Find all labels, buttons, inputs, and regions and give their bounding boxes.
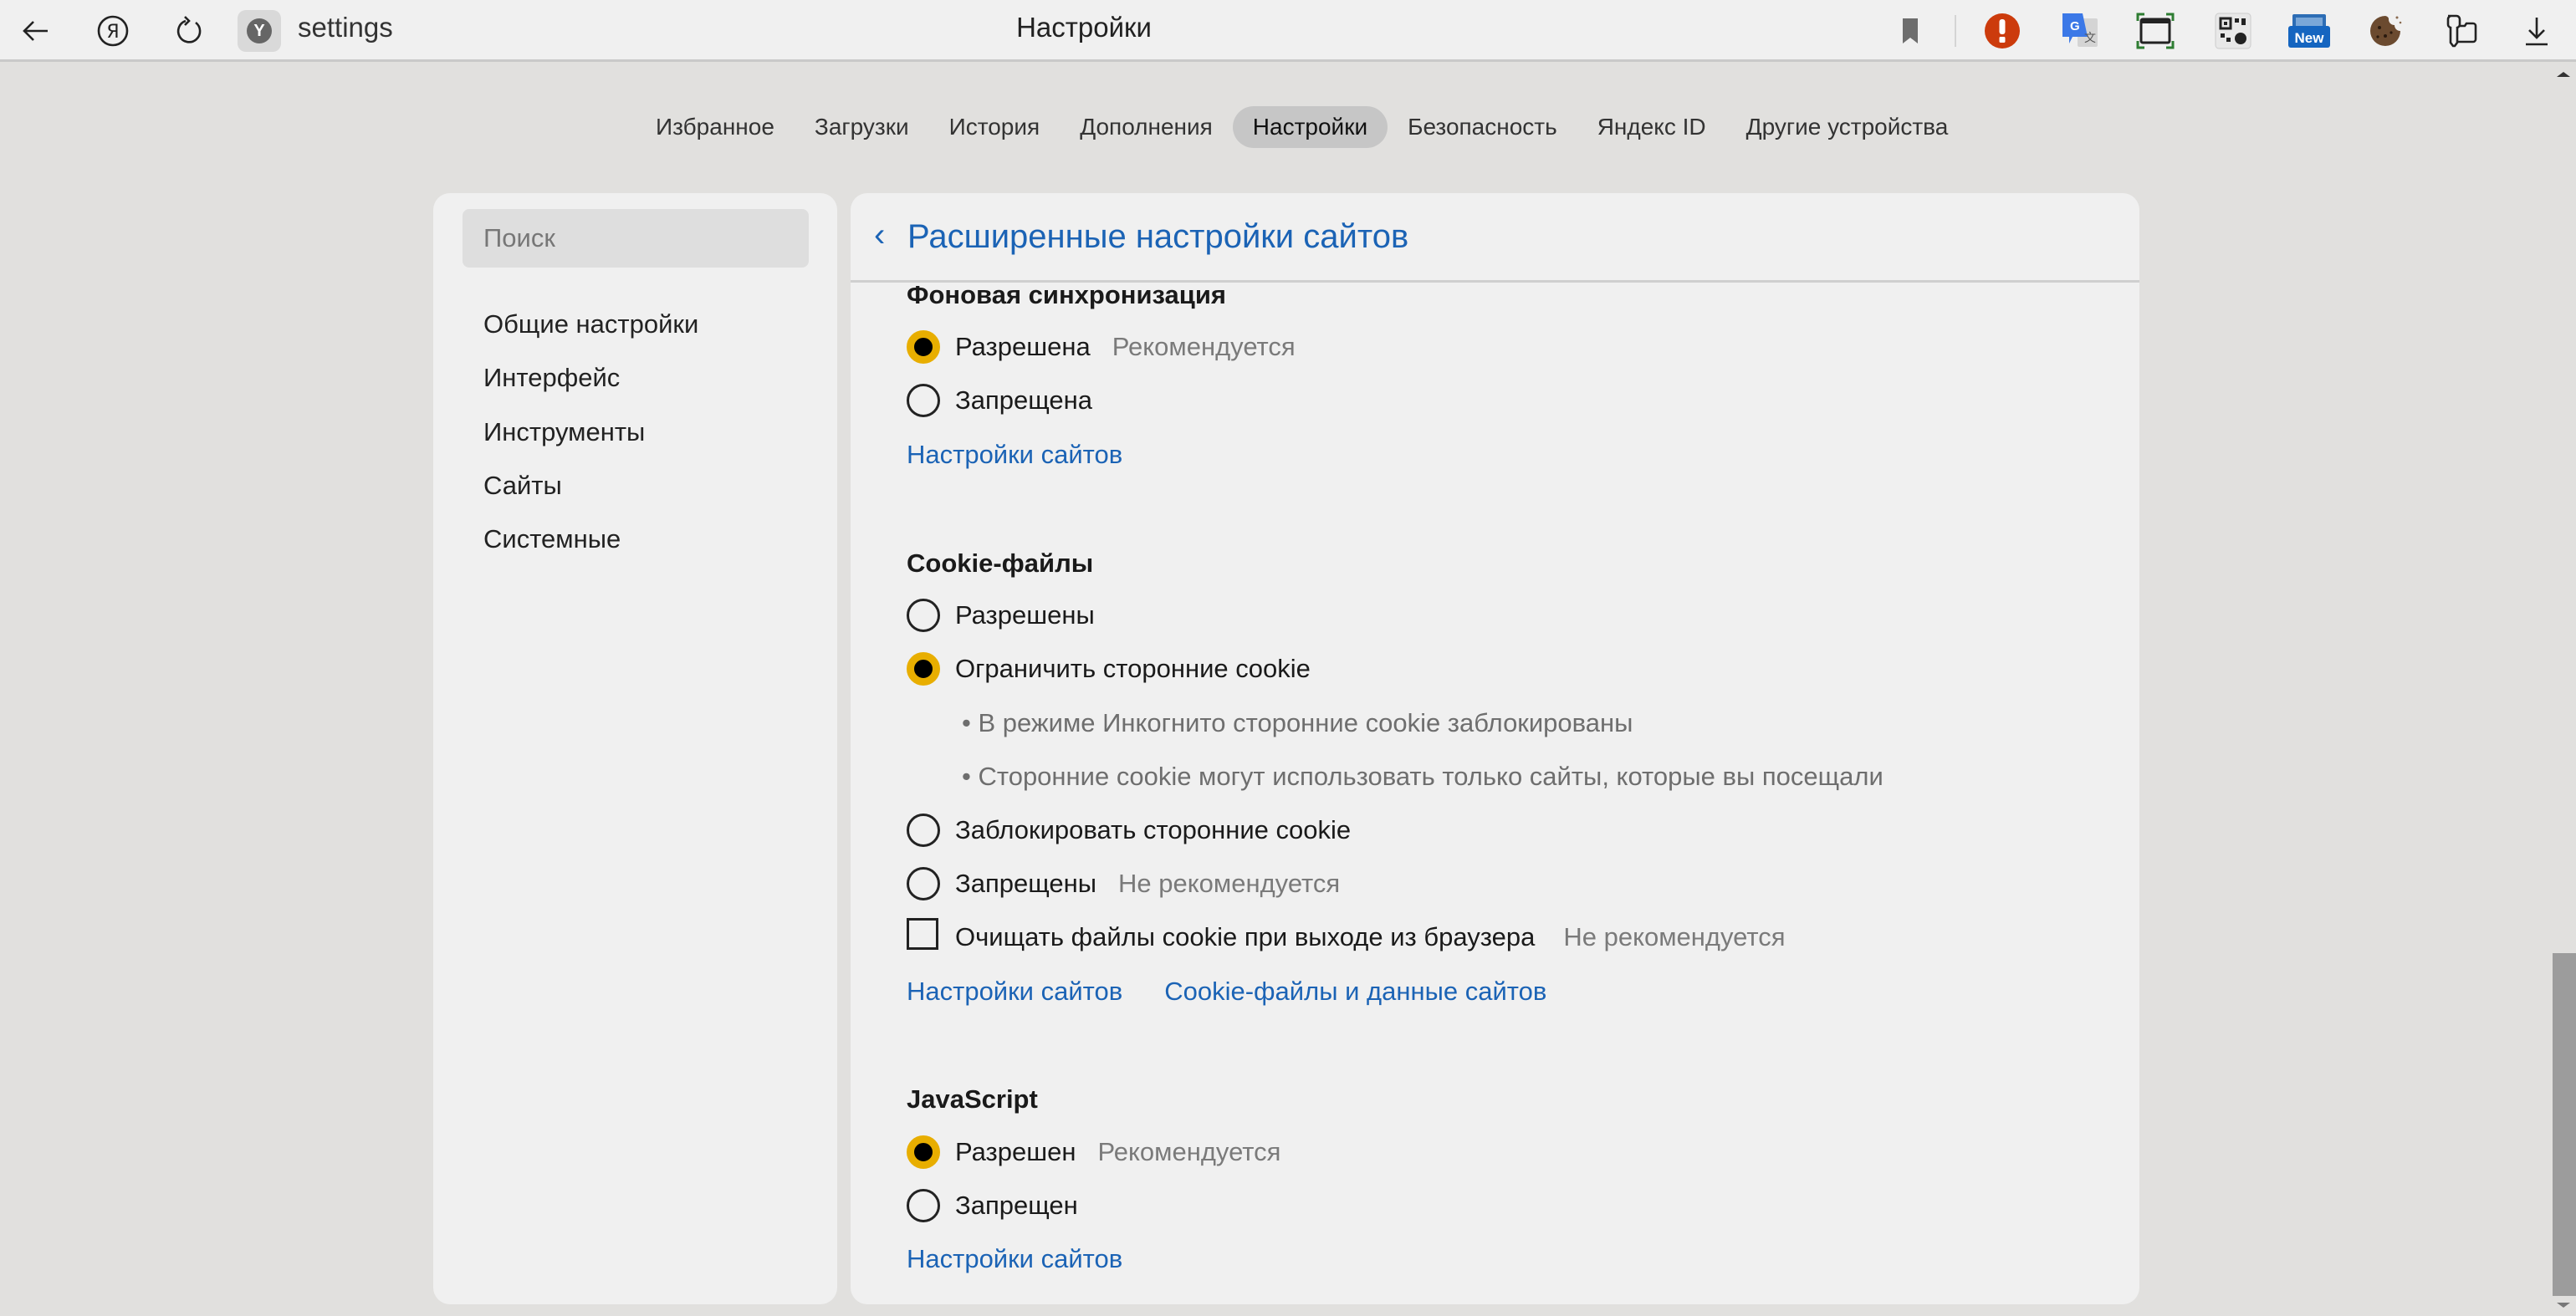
new-extension-icon: New: [2288, 14, 2330, 48]
cookies-allow-option[interactable]: Разрешены: [907, 597, 1095, 634]
radio-unchecked[interactable]: [907, 814, 940, 847]
password-keys-icon: [2446, 14, 2477, 48]
scroll-up-arrow-icon[interactable]: [2557, 72, 2570, 77]
scroll-down-arrow-icon[interactable]: [2557, 1303, 2570, 1308]
new-extension-button[interactable]: New: [2287, 8, 2332, 54]
screenshot-icon: [2136, 13, 2175, 49]
svg-text:G: G: [2070, 19, 2080, 33]
tab-history[interactable]: История: [929, 106, 1061, 148]
cookies-limit-third-party-option[interactable]: Ограничить сторонние cookie: [907, 650, 1311, 687]
downloads-button[interactable]: [2514, 8, 2559, 54]
panel-header: ‹ Расширенные настройки сайтов: [851, 193, 2139, 283]
bookmark-button[interactable]: [1888, 8, 1933, 54]
settings-nav: Избранное Загрузки История Дополнения На…: [0, 104, 2576, 150]
google-translate-button[interactable]: G文: [2057, 8, 2103, 54]
toolbar-separator: [1955, 15, 1956, 47]
svg-text:文: 文: [2084, 32, 2096, 45]
background-sync-deny-option[interactable]: Запрещена: [907, 382, 1092, 419]
page-scrollbar[interactable]: [2553, 62, 2576, 1316]
radio-unchecked[interactable]: [907, 1189, 940, 1222]
site-settings-link[interactable]: Настройки сайтов: [907, 440, 1122, 470]
clear-cookies-checkbox[interactable]: [907, 918, 938, 950]
tab-favorites[interactable]: Избранное: [636, 106, 795, 148]
radio-unchecked[interactable]: [907, 599, 940, 632]
radio-checked[interactable]: [907, 652, 940, 686]
cookies-deny-option[interactable]: Запрещены Не рекомендуется: [907, 865, 1340, 902]
sidebar-item-tools[interactable]: Инструменты: [483, 417, 645, 447]
settings-search-input[interactable]: [463, 209, 809, 268]
javascript-allow-option[interactable]: Разрешен Рекомендуется: [907, 1134, 1280, 1171]
alert-extension-button[interactable]: [1980, 8, 2025, 54]
javascript-heading: JavaScript: [907, 1084, 1038, 1114]
cookies-clear-on-exit-option[interactable]: Очищать файлы cookie при выходе из брауз…: [907, 918, 1786, 956]
javascript-links: Настройки сайтов: [907, 1241, 1164, 1278]
cookies-bullet-incognito: • В режиме Инкогнито сторонние cookie за…: [962, 708, 1633, 737]
tab-extensions[interactable]: Дополнения: [1060, 106, 1233, 148]
cookie-extension-button[interactable]: [2363, 8, 2408, 54]
svg-text:New: New: [2295, 30, 2325, 46]
alert-icon: [1985, 13, 2020, 48]
tab-other-devices[interactable]: Другие устройства: [1726, 106, 1969, 148]
scrollbar-thumb[interactable]: [2553, 953, 2576, 1296]
site-settings-link[interactable]: Настройки сайтов: [907, 977, 1122, 1007]
background-sync-links: Настройки сайтов: [907, 436, 1164, 473]
chevron-left-icon[interactable]: ‹: [874, 217, 885, 254]
qr-code-button[interactable]: [2211, 8, 2256, 54]
settings-sidebar: Общие настройки Интерфейс Инструменты Са…: [433, 193, 837, 1304]
radio-unchecked[interactable]: [907, 867, 940, 900]
cookies-bullet-visited-sites: • Сторонние cookie могут использовать то…: [962, 762, 1883, 791]
radio-unchecked[interactable]: [907, 384, 940, 417]
password-manager-button[interactable]: [2437, 8, 2482, 54]
radio-checked[interactable]: [907, 1135, 940, 1169]
sidebar-item-system[interactable]: Системные: [483, 524, 621, 554]
bookmark-icon: [1903, 18, 1918, 43]
google-translate-icon: G文: [2062, 13, 2098, 47]
tab-downloads[interactable]: Загрузки: [795, 106, 929, 148]
page-title: Настройки: [1016, 12, 1152, 43]
qr-code-icon: [2215, 13, 2251, 49]
cookies-heading: Cookie-файлы: [907, 548, 1094, 578]
site-settings-link[interactable]: Настройки сайтов: [907, 1244, 1122, 1274]
sidebar-item-general[interactable]: Общие настройки: [483, 309, 698, 339]
cookies-links: Настройки сайтов Cookie-файлы и данные с…: [907, 973, 1588, 1010]
screenshot-button[interactable]: [2133, 8, 2178, 54]
browser-toolbar: Я Y settings Настройки G文 New: [0, 0, 2576, 62]
tab-yandex-id[interactable]: Яндекс ID: [1577, 106, 1726, 148]
cookies-and-site-data-link[interactable]: Cookie-файлы и данные сайтов: [1164, 977, 1546, 1007]
advanced-site-settings-panel: ‹ Расширенные настройки сайтов Фоновая с…: [851, 193, 2139, 1304]
sidebar-item-sites[interactable]: Сайты: [483, 471, 562, 501]
background-sync-allow-option[interactable]: Разрешена Рекомендуется: [907, 329, 1296, 365]
cookies-block-third-party-option[interactable]: Заблокировать сторонние cookie: [907, 812, 1351, 849]
javascript-deny-option[interactable]: Запрещен: [907, 1187, 1078, 1224]
panel-title[interactable]: Расширенные настройки сайтов: [907, 218, 1408, 256]
sidebar-item-interface[interactable]: Интерфейс: [483, 363, 620, 393]
download-icon: [2526, 18, 2548, 46]
radio-checked[interactable]: [907, 330, 940, 364]
tab-security[interactable]: Безопасность: [1388, 106, 1577, 148]
cookie-icon: [2370, 16, 2402, 46]
background-sync-heading: Фоновая синхронизация: [907, 280, 1227, 309]
tab-settings[interactable]: Настройки: [1232, 106, 1388, 148]
